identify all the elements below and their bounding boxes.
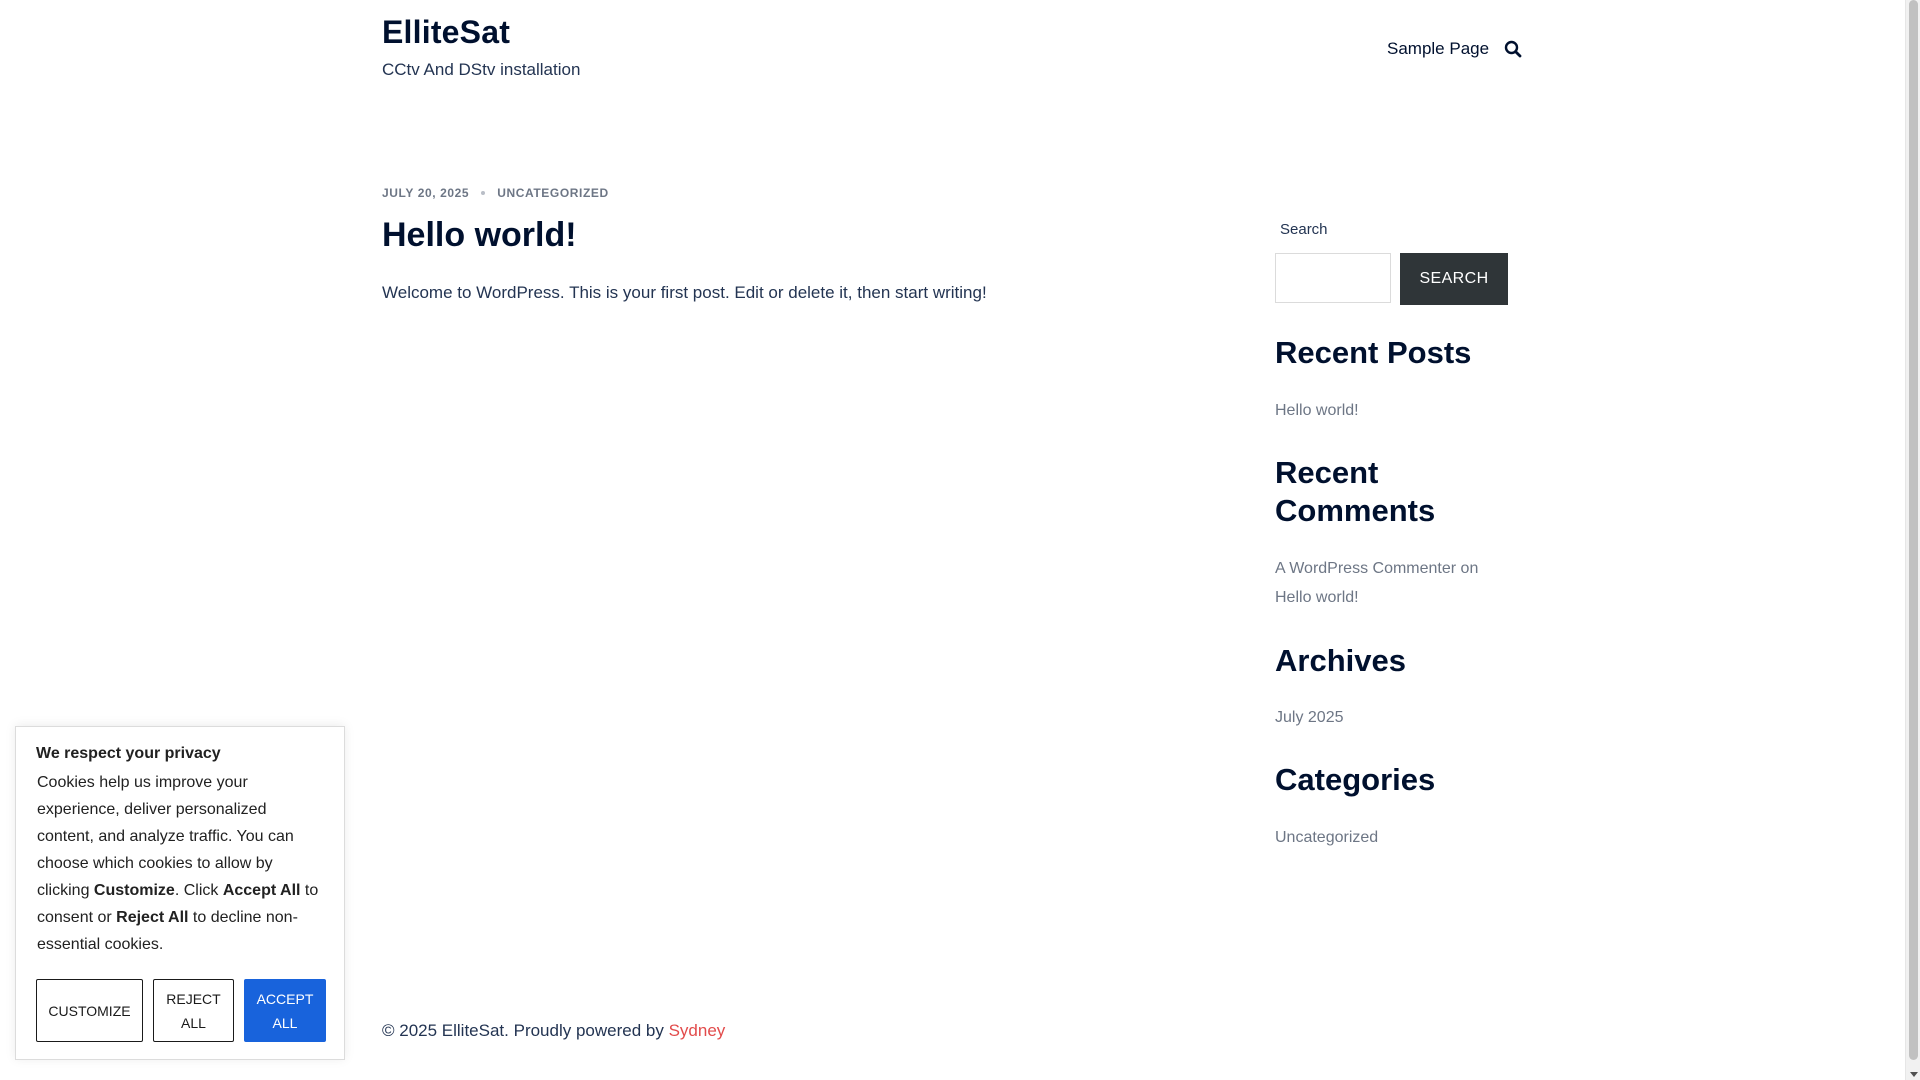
scrollbar-thumb[interactable] (1909, 0, 1918, 1060)
comment-author-link[interactable]: A WordPress Commenter (1275, 560, 1456, 577)
post-meta: JULY 20, 2025 UNCATEGORIZED (382, 186, 609, 200)
cookie-text-part: . Click (174, 882, 223, 899)
meta-separator (481, 191, 486, 195)
comment-post-link[interactable]: Hello world! (1275, 589, 1359, 606)
scrollbar[interactable] (1905, 0, 1920, 1080)
accept-all-button[interactable]: ACCEPT ALL (244, 979, 326, 1042)
site-description: CCtv And DStv installation (382, 60, 581, 79)
post-category[interactable]: UNCATEGORIZED (497, 186, 609, 200)
cookie-text-reject: Reject All (116, 909, 189, 926)
recent-comments-title: Recent Comments (1275, 455, 1436, 528)
archives-title: Archives (1275, 643, 1406, 678)
recent-comment-item: A WordPress Commenter on Hello world! (1275, 554, 1515, 612)
page: ElliteSat CCtv And DStv installation Sam… (0, 0, 1905, 1080)
footer-theme-link[interactable]: Sydney (669, 1021, 726, 1040)
cookie-banner: We respect your privacy Cookies help us … (15, 726, 345, 1060)
recent-post-link[interactable]: Hello world! (1275, 396, 1359, 425)
cookie-text-customize: Customize (93, 882, 175, 899)
comment-connector: on (1456, 560, 1479, 577)
categories-title: Categories (1275, 762, 1436, 797)
site-title[interactable]: ElliteSat (382, 14, 510, 51)
archive-link[interactable]: July 2025 (1275, 703, 1344, 732)
search-icon[interactable] (1504, 40, 1524, 60)
post-date[interactable]: JULY 20, 2025 (382, 186, 469, 200)
footer: © 2025 ElliteSat. Proudly powered by Syd… (382, 1021, 725, 1041)
cookie-text-part: Cookies help us improve your experience,… (37, 774, 294, 899)
post-title[interactable]: Hello world! (382, 216, 577, 255)
post-excerpt: Welcome to WordPress. This is your first… (382, 283, 987, 302)
recent-posts-title: Recent Posts (1275, 335, 1472, 370)
cookie-text: Cookies help us improve your experience,… (37, 769, 327, 958)
category-link[interactable]: Uncategorized (1275, 823, 1378, 852)
nav-item-sample-page[interactable]: Sample Page (1387, 39, 1489, 59)
scroll-down-arrow-icon[interactable] (1910, 1072, 1918, 1077)
customize-button[interactable]: CUSTOMIZE (36, 979, 143, 1042)
search-button[interactable]: SEARCH (1400, 253, 1508, 305)
footer-text: © 2025 ElliteSat. Proudly powered by (382, 1021, 669, 1040)
reject-all-button[interactable]: REJECT ALL (153, 979, 234, 1042)
cookie-text-accept: Accept All (222, 882, 301, 899)
search-label: Search (1280, 221, 1328, 238)
search-input[interactable] (1275, 253, 1391, 303)
cookie-title: We respect your privacy (36, 745, 221, 762)
